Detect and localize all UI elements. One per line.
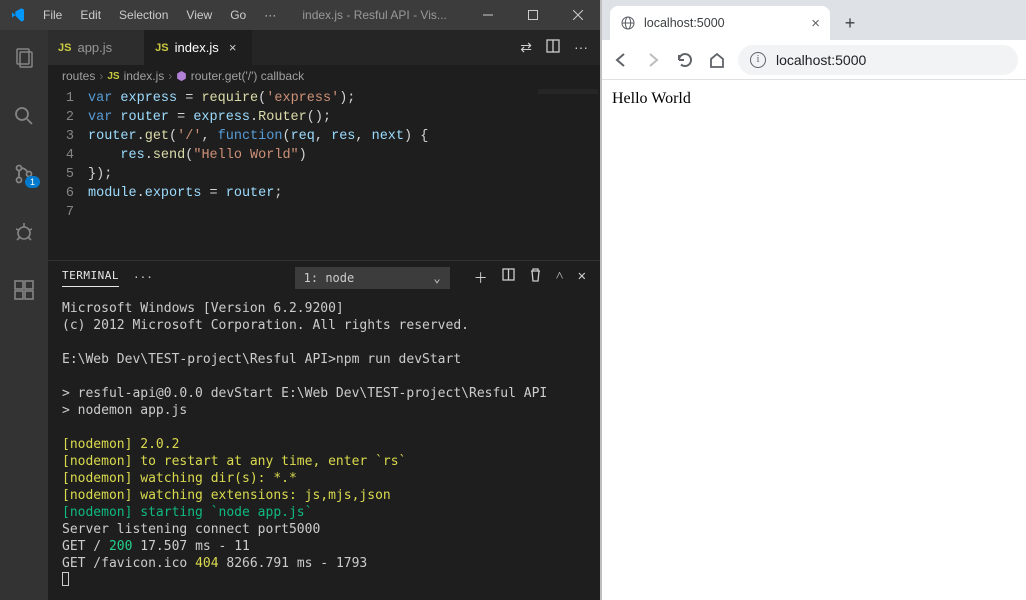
close-panel-icon[interactable]: ✕: [578, 268, 586, 288]
js-file-icon: JS: [107, 71, 119, 82]
site-info-icon[interactable]: i: [750, 52, 766, 68]
close-tab-icon[interactable]: ×: [811, 15, 820, 32]
close-button[interactable]: [555, 0, 600, 30]
editor-tab[interactable]: JS app.js: [48, 30, 145, 65]
search-icon[interactable]: [0, 96, 48, 136]
titlebar: FileEditSelectionViewGo··· index.js - Re…: [0, 0, 600, 30]
browser-tab[interactable]: localhost:5000 ×: [610, 6, 830, 40]
browser-toolbar: i localhost:5000: [602, 40, 1026, 80]
breadcrumb-file: index.js: [124, 69, 165, 83]
page-text: Hello World: [612, 90, 691, 107]
chevron-right-icon: ›: [168, 69, 172, 83]
split-editor-icon[interactable]: [546, 39, 560, 56]
code-editor[interactable]: 1234567 var express = require('express')…: [48, 87, 600, 260]
browser-tab-strip: localhost:5000 × +: [602, 0, 1026, 40]
close-tab-icon[interactable]: ×: [225, 40, 241, 55]
menu-file[interactable]: File: [35, 4, 70, 26]
split-terminal-icon[interactable]: [502, 268, 515, 288]
source-control-icon[interactable]: 1: [0, 154, 48, 194]
terminal-selector[interactable]: 1: node ⌄: [295, 267, 450, 289]
explorer-icon[interactable]: [0, 38, 48, 78]
js-file-icon: JS: [155, 42, 168, 54]
breadcrumb-folder: routes: [62, 69, 95, 83]
url-text: localhost:5000: [776, 52, 866, 68]
menu-···[interactable]: ···: [256, 4, 284, 26]
new-terminal-icon[interactable]: ＋: [474, 268, 488, 288]
debug-icon[interactable]: [0, 212, 48, 252]
vscode-logo-icon: [0, 7, 35, 23]
page-content: Hello World: [602, 80, 1026, 600]
compare-changes-icon[interactable]: ⇄: [520, 39, 532, 56]
maximize-button[interactable]: [510, 0, 555, 30]
scm-badge: 1: [25, 176, 40, 188]
new-tab-button[interactable]: +: [836, 9, 864, 37]
globe-icon: [620, 15, 636, 31]
panel-more-icon[interactable]: ···: [133, 271, 153, 284]
menu-go[interactable]: Go: [222, 4, 254, 26]
terminal-output[interactable]: Microsoft Windows [Version 6.2.9200](c) …: [48, 294, 600, 600]
menu-selection[interactable]: Selection: [111, 4, 176, 26]
editor-tabs: JS app.js JS index.js × ⇄ ···: [48, 30, 600, 65]
code-area[interactable]: var express = require('express');var rou…: [88, 87, 600, 260]
method-icon: ⬢: [176, 69, 186, 83]
breadcrumb-symbol: router.get('/') callback: [191, 69, 304, 83]
home-button[interactable]: [706, 49, 728, 71]
activity-bar: 1: [0, 30, 48, 600]
minimize-button[interactable]: [465, 0, 510, 30]
window-controls: [465, 0, 600, 30]
menu-edit[interactable]: Edit: [72, 4, 109, 26]
browser-tab-title: localhost:5000: [644, 16, 725, 30]
tab-label: app.js: [77, 40, 112, 55]
chevron-right-icon: ›: [99, 69, 103, 83]
js-file-icon: JS: [58, 42, 71, 54]
chevron-down-icon: ⌄: [433, 271, 440, 285]
forward-button[interactable]: [642, 49, 664, 71]
menu-view[interactable]: View: [178, 4, 220, 26]
vscode-window: FileEditSelectionViewGo··· index.js - Re…: [0, 0, 600, 600]
extensions-icon[interactable]: [0, 270, 48, 310]
address-bar[interactable]: i localhost:5000: [738, 45, 1018, 75]
panel-tab-terminal[interactable]: TERMINAL: [62, 269, 119, 287]
breadcrumb[interactable]: routes › JS index.js › ⬢ router.get('/')…: [48, 65, 600, 87]
back-button[interactable]: [610, 49, 632, 71]
terminal-panel: TERMINAL ··· 1: node ⌄ ＋ ˄ ✕ Microsoft W…: [48, 260, 600, 600]
reload-button[interactable]: [674, 49, 696, 71]
more-actions-icon[interactable]: ···: [574, 39, 588, 56]
line-gutter: 1234567: [48, 87, 88, 260]
kill-terminal-icon[interactable]: [529, 268, 542, 288]
menu-bar: FileEditSelectionViewGo···: [35, 4, 284, 26]
minimap[interactable]: [538, 89, 598, 139]
tab-label: index.js: [175, 40, 219, 55]
editor-tab[interactable]: JS index.js ×: [145, 30, 252, 65]
maximize-panel-icon[interactable]: ˄: [556, 268, 564, 288]
browser-window: localhost:5000 × + i localhost:5000 Hell…: [600, 0, 1026, 600]
window-title: index.js - Resful API - Vis...: [284, 8, 465, 22]
